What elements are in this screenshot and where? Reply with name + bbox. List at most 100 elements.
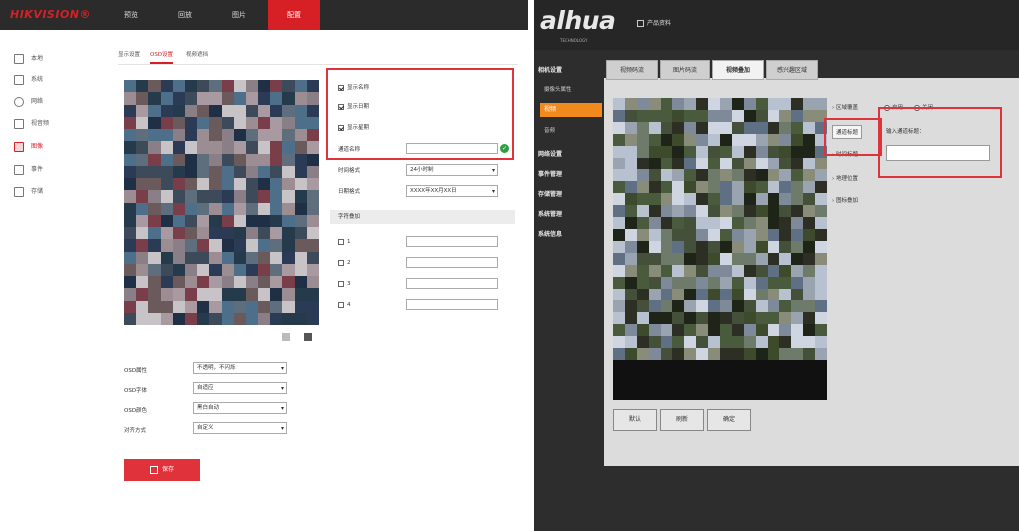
dahua-default-button[interactable]: 默认 bbox=[613, 409, 657, 431]
mosaic-pixel bbox=[779, 193, 792, 206]
mosaic-pixel bbox=[684, 252, 697, 266]
dahua-opt-logo[interactable]: › 图标叠加 bbox=[832, 196, 858, 204]
hik-osd-font-select[interactable]: 自适应 ▾ bbox=[193, 382, 287, 394]
hik-sidebar-storage[interactable]: 存储 bbox=[14, 184, 94, 200]
mosaic-pixel bbox=[294, 80, 308, 93]
mosaic-pixel bbox=[306, 153, 319, 167]
hik-overlay-checkbox[interactable] bbox=[338, 280, 344, 287]
dahua-tab-picture-stream[interactable]: 图片码流 bbox=[660, 60, 710, 80]
hik-overlay-checkbox[interactable] bbox=[338, 301, 344, 308]
hik-overlay-row-3[interactable]: 3 bbox=[338, 278, 351, 290]
mosaic-pixel bbox=[197, 80, 210, 93]
hik-sidebar-network[interactable]: 网络 bbox=[14, 94, 94, 110]
mosaic-pixel bbox=[613, 169, 626, 182]
dahua-sidebar-camera[interactable]: 相机设置 bbox=[538, 64, 604, 78]
dahua-top-menu[interactable]: 产品资料 bbox=[637, 18, 671, 27]
hik-overlay-input-4[interactable] bbox=[406, 299, 498, 310]
mosaic-pixel bbox=[258, 104, 271, 118]
hik-sidebar-event[interactable]: 事件 bbox=[14, 162, 94, 178]
hik-date-format-select[interactable]: XXXX年XX月XX日 ▾ bbox=[406, 185, 498, 197]
hik-sidebar-system[interactable]: 系统 bbox=[14, 72, 94, 88]
mosaic-pixel bbox=[708, 252, 721, 266]
mosaic-pixel bbox=[648, 240, 662, 254]
hik-show-week-row[interactable]: 显示星期 bbox=[338, 122, 369, 134]
mosaic-pixel bbox=[160, 104, 174, 118]
mosaic-pixel bbox=[282, 251, 296, 265]
mosaic-pixel bbox=[233, 153, 247, 167]
dahua-opt-privacy[interactable]: › 区域覆盖 bbox=[832, 103, 858, 111]
hik-zoom-icon[interactable] bbox=[282, 333, 290, 341]
mosaic-pixel bbox=[148, 239, 162, 252]
mosaic-pixel bbox=[172, 202, 186, 216]
hik-overlay-checkbox[interactable] bbox=[338, 238, 344, 245]
mosaic-pixel bbox=[160, 129, 174, 142]
hik-overlay-input-1[interactable] bbox=[406, 236, 498, 247]
hik-show-name-row[interactable]: 显示名称 bbox=[338, 82, 369, 94]
dahua-sidebar-camera-props[interactable]: 摄像头属性 bbox=[544, 83, 610, 97]
hik-nav-config[interactable]: 配置 bbox=[268, 0, 320, 30]
mosaic-pixel bbox=[743, 312, 757, 325]
hik-align-select[interactable]: 自定义 ▾ bbox=[193, 422, 287, 434]
hik-sidebar-local[interactable]: 本地 bbox=[14, 51, 94, 67]
mosaic-pixel bbox=[803, 288, 816, 301]
mosaic-pixel bbox=[221, 92, 235, 105]
hik-fullscreen-icon[interactable] bbox=[304, 333, 312, 341]
dahua-video-preview[interactable] bbox=[613, 98, 827, 400]
dahua-sidebar-network[interactable]: 网络设置 bbox=[538, 148, 604, 162]
hik-overlay-row-1[interactable]: 1 bbox=[338, 236, 351, 248]
hik-video-preview[interactable] bbox=[124, 80, 319, 325]
mosaic-pixel bbox=[258, 214, 271, 228]
dahua-sidebar-events[interactable]: 事件管理 bbox=[538, 168, 604, 182]
mosaic-pixel bbox=[779, 229, 792, 242]
hik-overlay-row-2[interactable]: 2 bbox=[338, 257, 351, 269]
mosaic-pixel bbox=[270, 251, 283, 265]
hik-nav-playback[interactable]: 回放 bbox=[160, 0, 210, 30]
hik-show-date-row[interactable]: 显示日期 bbox=[338, 101, 369, 113]
dahua-sidebar-system[interactable]: 系统管理 bbox=[538, 208, 604, 222]
hik-time-format-select[interactable]: 24小时制 ▾ bbox=[406, 164, 498, 176]
mosaic-pixel bbox=[270, 276, 283, 289]
mosaic-pixel bbox=[172, 227, 186, 240]
hik-channel-name-input[interactable] bbox=[406, 143, 498, 154]
hik-show-date-checkbox[interactable] bbox=[338, 103, 344, 110]
hik-nav-preview[interactable]: 预览 bbox=[106, 0, 156, 30]
hik-osd-attr-select[interactable]: 不透明，不闪烁 ▾ bbox=[193, 362, 287, 374]
mosaic-pixel bbox=[803, 193, 816, 206]
dahua-refresh-button[interactable]: 刷新 bbox=[660, 409, 704, 431]
mosaic-pixel bbox=[124, 141, 137, 154]
hik-overlay-checkbox[interactable] bbox=[338, 259, 344, 266]
hik-overlay-input-2[interactable] bbox=[406, 257, 498, 268]
dahua-sidebar-audio[interactable]: 音频 bbox=[544, 124, 610, 138]
hik-overlay-input-3[interactable] bbox=[406, 278, 498, 289]
hik-overlay-row-4[interactable]: 4 bbox=[338, 299, 351, 311]
hik-osd-color-select[interactable]: 黑白自动 ▾ bbox=[193, 402, 287, 414]
chevron-down-icon: ▾ bbox=[491, 188, 495, 195]
dahua-tab-video-overlay[interactable]: 视频叠加 bbox=[712, 60, 764, 80]
hik-tab-osd[interactable]: OSD设置 bbox=[150, 48, 174, 64]
dahua-sidebar-storage[interactable]: 存储管理 bbox=[538, 188, 604, 202]
mosaic-pixel bbox=[767, 312, 780, 325]
mosaic-pixel bbox=[815, 276, 827, 290]
hik-tab-mask[interactable]: 视频遮挡 bbox=[186, 48, 208, 62]
mosaic-pixel bbox=[684, 240, 697, 254]
hik-tab-display[interactable]: 显示设置 bbox=[118, 48, 140, 62]
hik-show-name-checkbox[interactable] bbox=[338, 84, 344, 91]
hik-sidebar-image[interactable]: 图像 bbox=[14, 139, 94, 155]
dahua-sidebar-video[interactable]: 视频 bbox=[540, 103, 602, 117]
hik-show-week-checkbox[interactable] bbox=[338, 124, 344, 131]
dahua-tab-roi[interactable]: 感兴趣区域 bbox=[766, 60, 818, 80]
mosaic-pixel bbox=[708, 217, 721, 230]
hik-sidebar-video-audio[interactable]: 视音频 bbox=[14, 116, 94, 132]
mosaic-pixel bbox=[660, 252, 673, 266]
hik-save-button[interactable]: 保存 bbox=[124, 459, 200, 481]
hik-logo: HIKVISION® bbox=[10, 8, 92, 21]
mosaic-pixel bbox=[209, 227, 222, 240]
dahua-confirm-button[interactable]: 确定 bbox=[707, 409, 751, 431]
dahua-tab-video-stream[interactable]: 视频码流 bbox=[606, 60, 658, 80]
mosaic-pixel bbox=[731, 193, 745, 206]
mosaic-pixel bbox=[294, 92, 308, 105]
hik-nav-picture[interactable]: 图片 bbox=[214, 0, 264, 30]
dahua-sidebar-info[interactable]: 系统信息 bbox=[538, 228, 604, 242]
dahua-opt-geo[interactable]: › 地理位置 bbox=[832, 174, 858, 182]
mosaic-pixel bbox=[148, 300, 162, 314]
